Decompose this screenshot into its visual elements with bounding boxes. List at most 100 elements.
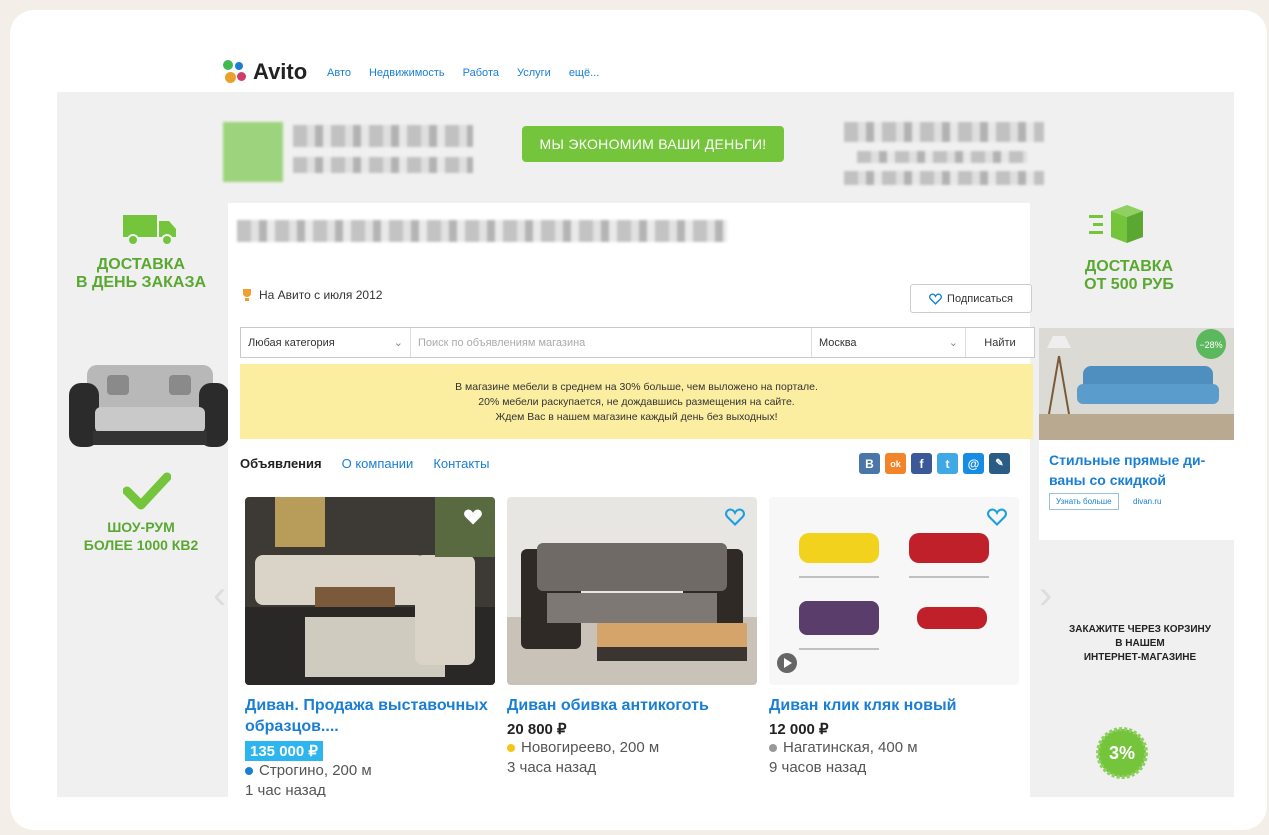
shop-tabs: Объявления О компании Контакты [240,456,489,471]
promo-line: ДОСТАВКА [96,256,186,273]
location-text: Новогиреево, 200 м [521,739,660,756]
promo-order-cart: ЗАКАЖИТЕ ЧЕРЕЗ КОРЗИНУ В НАШЕМ ИНТЕРНЕТ-… [1042,623,1234,665]
ad-title-line: Стильные прямые ди- [1049,452,1206,468]
search-input[interactable]: Поиск по объявлениям магазина [411,328,812,357]
listing-price: 20 800 ₽ [507,721,567,738]
category-select[interactable]: Любая категория ⌄ [241,328,411,357]
metro-dot-icon [507,744,515,752]
promo-line: ОТ 500 РУБ [1084,276,1174,293]
logo-dots-icon [223,60,247,84]
promo-line: ДОСТАВКА [1084,258,1174,275]
listing-time: 9 часов назад [769,759,867,776]
listing-time: 1 час назад [245,782,326,797]
listing-card[interactable]: Диван. Продажа выставочных образцов.... … [245,497,497,797]
listing-photo[interactable] [245,497,495,685]
ad-sofa-photo: −28% [1039,328,1234,440]
listing-card[interactable]: Диван клик кляк новый 12 000 ₽ Нагатинск… [769,497,1021,778]
social-share: В ok f t @ ✎ [859,453,1010,474]
location-text: Строгино, 200 м [259,762,372,779]
heart-outline-icon [929,292,943,305]
favorite-heart-outline-icon[interactable] [725,507,745,527]
listing-location: Нагатинская, 400 м [769,738,1021,758]
shop-since-text: На Авито с июля 2012 [259,288,383,302]
favorite-heart-icon[interactable] [463,507,483,527]
sofa-photo [69,365,229,447]
browser-viewport: Avito Авто Недвижимость Работа Услуги ещ… [57,53,1234,797]
promo-delivery-price: ДОСТАВКА ОТ 500 РУБ [1039,258,1219,294]
livejournal-share-icon[interactable]: ✎ [989,453,1010,474]
shop-address-blurred [857,151,1027,163]
carousel-next-arrow[interactable]: › [1039,573,1052,618]
category-value: Любая категория [248,336,335,349]
favorite-heart-outline-icon[interactable] [987,507,1007,527]
truck-icon [123,215,176,246]
ad-discount-badge: −28% [1199,340,1222,350]
vk-share-icon[interactable]: В [859,453,880,474]
listing-title[interactable]: Диван обивка антикоготь [507,695,759,716]
nav-auto[interactable]: Авто [327,67,351,79]
listing-card[interactable]: Диван обивка антикоготь 20 800 ₽ Новогир… [507,497,759,778]
mailru-share-icon[interactable]: @ [963,453,984,474]
discount-badge-text: 3% [1108,742,1135,763]
ok-share-icon[interactable]: ok [885,453,906,474]
listing-location: Новогиреево, 200 м [507,738,759,758]
find-button[interactable]: Найти [966,328,1034,357]
top-nav-bar: Avito Авто Недвижимость Работа Услуги ещ… [57,53,1234,92]
carousel-prev-arrow[interactable]: ‹ [213,573,226,618]
shop-tagline-blurred [293,157,473,173]
shop-title-blurred [237,220,727,242]
notice-line: Ждем Вас в нашем магазине каждый день бе… [495,410,778,423]
shop-phone-blurred [844,122,1044,142]
notice-line: В магазине мебели в среднем на 30% больш… [455,380,818,393]
tab-about[interactable]: О компании [342,456,414,471]
shop-notice: В магазине мебели в среднем на 30% больш… [240,364,1033,439]
promo-showroom: ШОУ-РУМ БОЛЕЕ 1000 КВ2 [57,518,225,554]
city-value: Москва [819,336,857,349]
location-text: Нагатинская, 400 м [783,739,918,756]
avito-logo[interactable]: Avito [223,59,307,85]
promo-line: ШОУ-РУМ [107,519,175,535]
promo-line: В НАШЕМ [1115,638,1165,649]
slogan-banner: МЫ ЭКОНОМИМ ВАШИ ДЕНЬГИ! [522,126,784,162]
logo-text: Avito [253,59,308,84]
notice-line: 20% мебели раскупается, не дождавшись ра… [478,395,795,408]
ad-banner[interactable]: −28% Стильные прямые ди- ваны со скидкой… [1039,328,1234,540]
shop-name-blurred [293,125,473,147]
shop-logo-blurred [223,122,283,182]
tab-contacts[interactable]: Контакты [433,456,489,471]
subscribe-button[interactable]: Подписаться [910,284,1032,313]
promo-line: ЗАКАЖИТЕ ЧЕРЕЗ КОРЗИНУ [1069,624,1211,635]
city-select[interactable]: Москва ⌄ [812,328,966,357]
promo-line: ИНТЕРНЕТ-МАГАЗИНЕ [1083,652,1197,663]
ad-learn-more-button[interactable]: Узнать больше [1049,493,1119,510]
discount-badge: 3% [1095,726,1149,780]
ad-domain[interactable]: divan.ru [1133,497,1161,506]
nav-realty[interactable]: Недвижимость [369,67,445,79]
listing-title[interactable]: Диван клик кляк новый [769,695,1021,716]
shop-hours-blurred [844,171,1044,185]
chevron-down-icon: ⌄ [393,337,403,349]
shop-search-bar: Любая категория ⌄ Поиск по объявлениям м… [240,327,1035,358]
ad-title-line: ваны со скидкой [1049,472,1167,488]
listing-time: 3 часа назад [507,759,597,776]
twitter-share-icon[interactable]: t [937,453,958,474]
facebook-share-icon[interactable]: f [911,453,932,474]
shop-since: На Авито с июля 2012 [241,288,382,302]
nav-services[interactable]: Услуги [517,67,551,79]
pullout-sofa-photo [507,497,757,685]
metro-dot-icon [769,744,777,752]
listing-photo[interactable] [769,497,1019,685]
listing-title[interactable]: Диван. Продажа выставочных образцов.... [245,695,497,737]
corner-sofa-photo [245,497,495,685]
main-nav: Авто Недвижимость Работа Услуги ещё... [327,67,599,79]
nav-more[interactable]: ещё... [569,67,599,79]
nav-jobs[interactable]: Работа [463,67,499,79]
click-clack-sofas-photo [769,497,1019,685]
checkmark-icon [123,472,171,510]
metro-dot-icon [245,767,253,775]
tab-ads[interactable]: Объявления [240,456,322,471]
listing-photo[interactable] [507,497,757,685]
listing-price: 12 000 ₽ [769,721,829,738]
promo-delivery-same-day: ДОСТАВКА В ДЕНЬ ЗАКАЗА [57,256,225,292]
ad-title[interactable]: Стильные прямые ди- ваны со скидкой [1049,450,1205,490]
